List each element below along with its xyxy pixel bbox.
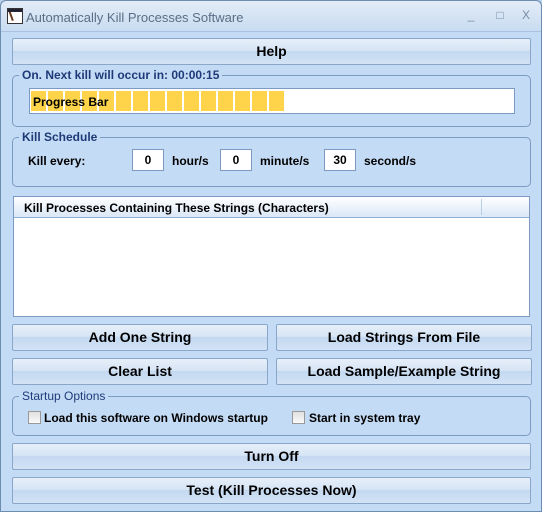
seconds-label: second/s — [364, 154, 417, 168]
minimize-button[interactable]: _ — [461, 7, 481, 23]
kill-schedule-label: Kill Schedule — [19, 130, 101, 144]
help-button[interactable]: Help — [12, 38, 531, 65]
close-button[interactable]: X — [516, 7, 536, 23]
seconds-input[interactable]: 30 — [324, 149, 356, 171]
progress-block — [218, 91, 233, 111]
progress-block — [116, 91, 131, 111]
hours-label: hour/s — [172, 154, 209, 168]
turn-off-button[interactable]: Turn Off — [12, 443, 531, 470]
list-header: Kill Processes Containing These Strings … — [14, 197, 529, 218]
status-label: On. Next kill will occur in: 00:00:15 — [19, 68, 223, 82]
column-header-strings[interactable]: Kill Processes Containing These Strings … — [24, 201, 329, 215]
load-strings-from-file-button[interactable]: Load Strings From File — [276, 324, 532, 351]
title-bar: Automatically Kill Processes Software _ … — [1, 1, 541, 32]
window-title: Automatically Kill Processes Software — [26, 10, 244, 25]
kill-every-label: Kill every: — [28, 154, 86, 168]
start-in-tray-checkbox[interactable] — [292, 411, 305, 424]
progress-block — [167, 91, 182, 111]
strings-list[interactable]: Kill Processes Containing These Strings … — [13, 196, 530, 317]
startup-options-label: Startup Options — [19, 389, 109, 403]
minutes-label: minute/s — [260, 154, 310, 168]
progress-block — [252, 91, 267, 111]
test-kill-now-button[interactable]: Test (Kill Processes Now) — [12, 477, 531, 504]
minutes-input[interactable]: 0 — [220, 149, 252, 171]
add-one-string-button[interactable]: Add One String — [12, 324, 268, 351]
clear-list-button[interactable]: Clear List — [12, 358, 268, 385]
progress-block — [201, 91, 216, 111]
load-on-startup-label[interactable]: Load this software on Windows startup — [44, 411, 268, 425]
app-icon — [7, 8, 23, 24]
progress-text: Progress Bar — [33, 95, 109, 109]
hours-input[interactable]: 0 — [132, 149, 164, 171]
progress-block — [269, 91, 284, 111]
progress-block — [150, 91, 165, 111]
maximize-button[interactable]: □ — [490, 7, 510, 23]
column-separator[interactable] — [481, 199, 482, 215]
progress-block — [235, 91, 250, 111]
progress-block — [133, 91, 148, 111]
load-on-startup-checkbox[interactable] — [28, 411, 41, 424]
start-in-tray-label[interactable]: Start in system tray — [309, 411, 420, 425]
app-window: Automatically Kill Processes Software _ … — [0, 0, 542, 512]
progress-block — [184, 91, 199, 111]
progress-bar: Progress Bar — [29, 88, 515, 114]
load-sample-string-button[interactable]: Load Sample/Example String — [276, 358, 532, 385]
